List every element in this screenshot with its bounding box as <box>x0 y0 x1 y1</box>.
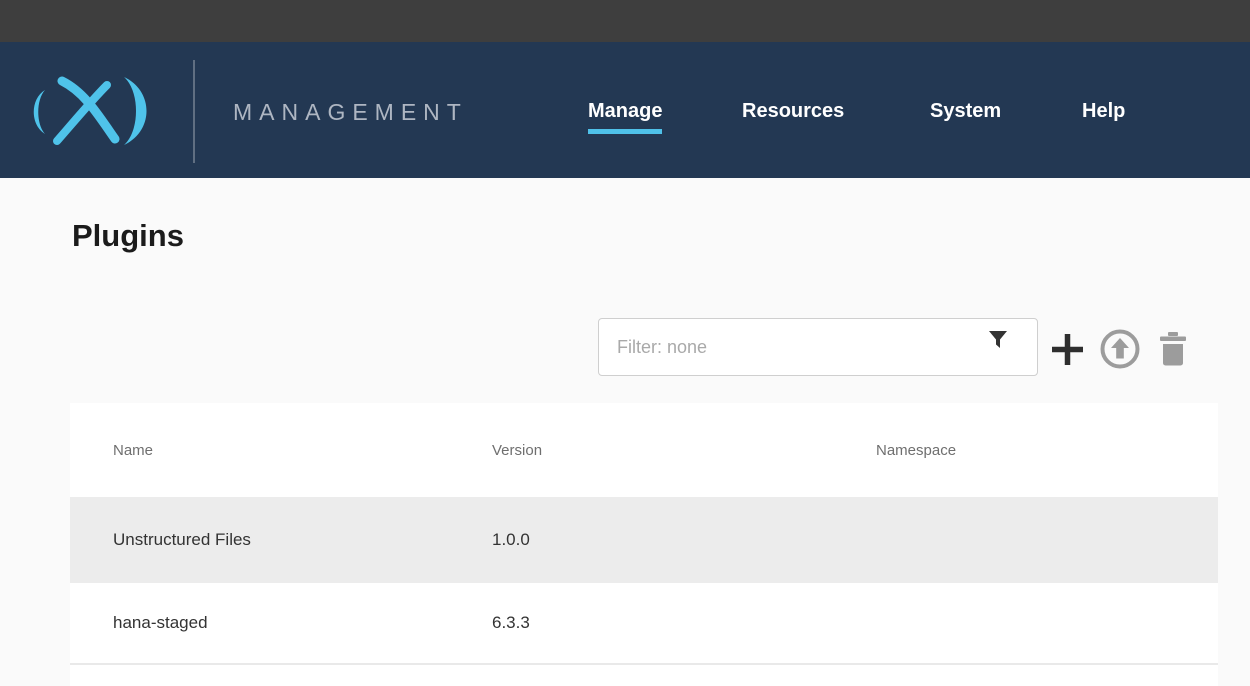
trash-icon <box>1158 332 1188 366</box>
table-header-row: Name Version Namespace <box>70 403 1218 497</box>
table-row-unstructured-files[interactable]: Unstructured Files 1.0.0 <box>70 497 1218 583</box>
column-header-version[interactable]: Version <box>492 442 876 459</box>
add-plugin-button[interactable] <box>1049 331 1086 368</box>
app-header: MANAGEMENT Manage Resources System Help <box>0 42 1250 178</box>
filter-input[interactable] <box>598 318 1038 376</box>
column-header-name[interactable]: Name <box>113 442 492 459</box>
nav-tab-resources[interactable]: Resources <box>742 100 844 129</box>
nav-tab-system[interactable]: System <box>930 100 1001 129</box>
brand-divider <box>193 60 195 163</box>
page-title: Plugins <box>72 218 184 254</box>
delphix-logo-icon[interactable] <box>28 76 156 146</box>
brand-title: MANAGEMENT <box>233 99 468 126</box>
plus-icon <box>1049 331 1086 368</box>
cell-version: 6.3.3 <box>492 613 876 633</box>
plugins-table: Name Version Namespace Unstructured File… <box>70 403 1218 686</box>
filter-funnel-icon[interactable] <box>988 330 1008 350</box>
cell-version: 1.0.0 <box>492 530 876 550</box>
upload-circle-arrow-icon <box>1100 329 1140 369</box>
cell-name: Unstructured Files <box>113 530 492 550</box>
nav-tab-help[interactable]: Help <box>1082 100 1125 129</box>
cell-name: hana-staged <box>113 613 492 633</box>
column-header-namespace[interactable]: Namespace <box>876 442 1218 459</box>
upload-plugin-button[interactable] <box>1100 329 1140 369</box>
delete-plugin-button[interactable] <box>1158 332 1188 366</box>
nav-tab-manage[interactable]: Manage <box>588 100 662 134</box>
table-row-hana-staged[interactable]: hana-staged 6.3.3 <box>70 583 1218 665</box>
page-content: Plugins Name Version Namespace Unstructu… <box>0 178 1250 686</box>
window-top-bar <box>0 0 1250 42</box>
